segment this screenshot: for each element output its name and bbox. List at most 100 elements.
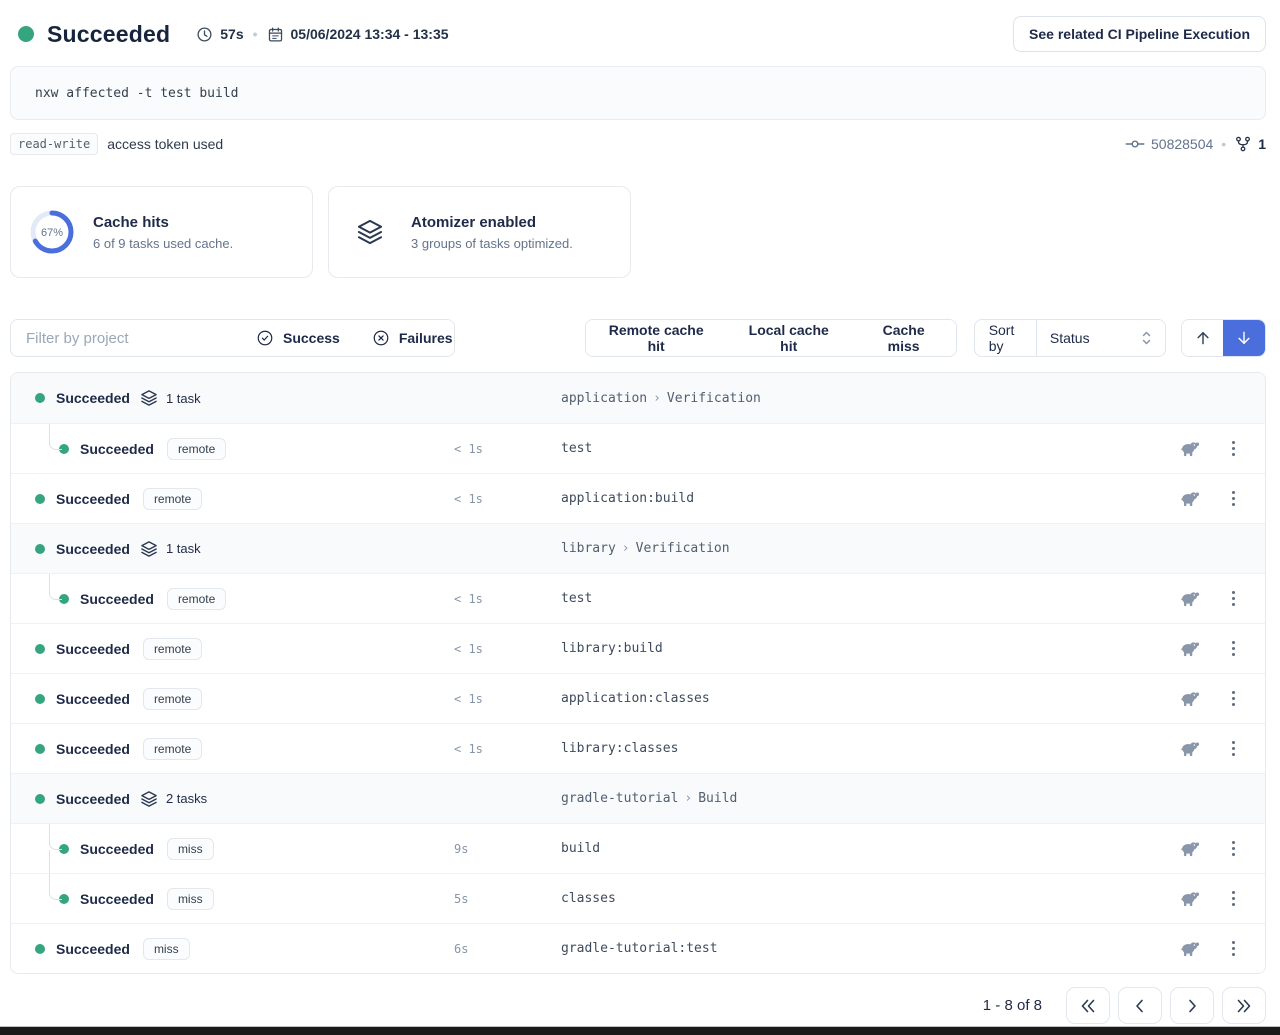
status-dot-icon <box>35 744 45 754</box>
failures-filter-button[interactable]: Failures <box>356 320 456 356</box>
previous-page-button[interactable] <box>1118 987 1162 1024</box>
task-row[interactable]: Succeededremote< 1stest <box>11 573 1265 623</box>
row-status-label: Succeeded <box>80 441 154 457</box>
row-status-cluster: Succeeded miss <box>11 938 190 960</box>
local-cache-hit-button[interactable]: Local cache hit <box>726 320 852 356</box>
task-row[interactable]: Succeededmiss6sgradle-tutorial:test <box>11 923 1265 973</box>
cache-percent-label: 67% <box>41 227 63 239</box>
row-actions <box>1177 586 1238 612</box>
row-status-cluster: Succeededmiss <box>11 838 214 860</box>
path-separator-icon: › <box>647 391 667 406</box>
group-row[interactable]: Succeeded1 tasklibrary›Verification <box>11 523 1265 573</box>
status-dot-icon <box>18 26 34 42</box>
gradle-scan-button[interactable] <box>1177 736 1202 762</box>
row-status-label: Succeeded <box>56 691 130 707</box>
gradle-scan-button[interactable] <box>1177 486 1202 512</box>
project-filter-input[interactable] <box>11 320 240 356</box>
task-duration: < 1s <box>454 742 483 756</box>
arrow-down-icon <box>1235 329 1253 347</box>
arrow-up-icon <box>1194 329 1212 347</box>
next-page-button[interactable] <box>1170 987 1214 1024</box>
gradle-elephant-icon <box>1179 588 1200 610</box>
row-actions <box>1177 436 1238 462</box>
row-status-label: Succeeded <box>56 791 130 807</box>
last-page-button[interactable] <box>1222 987 1266 1024</box>
row-actions <box>1177 636 1238 662</box>
gradle-scan-button[interactable] <box>1177 586 1202 612</box>
group-row[interactable]: Succeeded2 tasksgradle-tutorial›Build <box>11 773 1265 823</box>
row-status-cluster: Succeeded1 task <box>11 540 201 558</box>
row-menu-button[interactable] <box>1230 489 1238 509</box>
row-menu-button[interactable] <box>1230 939 1238 959</box>
row-menu-button[interactable] <box>1230 739 1238 759</box>
see-related-ci-pipeline-button[interactable]: See related CI Pipeline Execution <box>1013 16 1266 52</box>
task-row[interactable]: Succeededremote< 1slibrary:classes <box>11 723 1265 773</box>
first-page-button[interactable] <box>1066 987 1110 1024</box>
gradle-elephant-icon <box>1179 638 1200 660</box>
row-menu-button[interactable] <box>1230 639 1238 659</box>
row-status-cluster: Succeededremote <box>11 688 202 710</box>
branch-count: 1 <box>1258 136 1266 152</box>
layers-icon <box>140 790 158 808</box>
status-dot-icon <box>35 694 45 704</box>
command-text: nxw affected -t test build <box>35 86 239 101</box>
task-name: test <box>561 591 592 606</box>
cache-hits-card[interactable]: 67% Cache hits 6 of 9 tasks used cache. <box>10 186 313 278</box>
task-row[interactable]: Succeededmiss9sbuild <box>11 823 1265 873</box>
sort-by-label: Sort by <box>975 320 1036 356</box>
commit-id[interactable]: 50828504 <box>1151 136 1213 152</box>
run-status-title: Succeeded <box>47 21 170 48</box>
tree-connector <box>49 874 62 900</box>
task-count-label: 1 task <box>166 541 201 556</box>
sort-selected-value: Status <box>1050 330 1090 346</box>
run-detail-page: Succeeded 57s • 05/06/2024 13:34 - 13:35… <box>0 0 1280 1024</box>
gradle-scan-button[interactable] <box>1177 686 1202 712</box>
row-status-cluster: Succeededremote <box>11 438 226 460</box>
task-table: Succeeded1 taskapplication›VerificationS… <box>10 372 1266 974</box>
run-duration: 57s <box>220 26 243 42</box>
sort-select[interactable]: Status <box>1036 320 1165 356</box>
row-menu-button[interactable] <box>1230 689 1238 709</box>
group-row[interactable]: Succeeded1 taskapplication›Verification <box>11 373 1265 423</box>
gradle-scan-button[interactable] <box>1177 936 1202 962</box>
row-status-label: Succeeded <box>56 941 130 957</box>
row-menu-button[interactable] <box>1230 889 1238 909</box>
run-date-range: 05/06/2024 13:34 - 13:35 <box>291 26 449 42</box>
gradle-scan-button[interactable] <box>1177 636 1202 662</box>
row-menu-button[interactable] <box>1230 839 1238 859</box>
task-row[interactable]: Succeededremote< 1sapplication:classes <box>11 673 1265 723</box>
sort-ascending-button[interactable] <box>1182 320 1224 356</box>
cache-miss-button[interactable]: Cache miss <box>852 320 956 356</box>
row-actions <box>1177 736 1238 762</box>
run-meta: 57s • 05/06/2024 13:34 - 13:35 <box>196 26 448 43</box>
gradle-scan-button[interactable] <box>1177 836 1202 862</box>
gradle-scan-button[interactable] <box>1177 436 1202 462</box>
success-filter-button[interactable]: Success <box>240 320 356 356</box>
cache-status-badge: remote <box>167 588 226 610</box>
row-menu-button[interactable] <box>1230 439 1238 459</box>
gradle-scan-button[interactable] <box>1177 886 1202 912</box>
tree-connector <box>49 574 62 600</box>
cache-status-badge: miss <box>167 888 214 910</box>
atomizer-card[interactable]: Atomizer enabled 3 groups of tasks optim… <box>328 186 631 278</box>
sort-descending-button[interactable] <box>1223 320 1265 356</box>
remote-cache-hit-button[interactable]: Remote cache hit <box>586 320 725 356</box>
target-group-name: Verification <box>636 541 730 556</box>
project-target-path: gradle-tutorial›Build <box>561 791 737 806</box>
task-row[interactable]: Succeededremote< 1slibrary:build <box>11 623 1265 673</box>
tree-connector-line <box>49 850 50 874</box>
gradle-elephant-icon <box>1179 838 1200 860</box>
gradle-elephant-icon <box>1179 488 1200 510</box>
cache-status-badge: miss <box>143 938 190 960</box>
task-duration: 9s <box>454 842 468 856</box>
row-menu-button[interactable] <box>1230 589 1238 609</box>
task-row[interactable]: Succeededremote< 1stest <box>11 423 1265 473</box>
task-row[interactable]: Succeededremote< 1sapplication:build <box>11 473 1265 523</box>
task-row[interactable]: Succeededmiss5sclasses <box>11 873 1265 923</box>
atomizer-subtitle: 3 groups of tasks optimized. <box>411 236 573 251</box>
row-status-label: Succeeded <box>80 891 154 907</box>
sort-control: Sort by Status <box>974 319 1166 357</box>
task-count-label: 1 task <box>166 391 201 406</box>
row-status-cluster: Succeededremote <box>11 588 226 610</box>
row-actions <box>1177 936 1238 962</box>
